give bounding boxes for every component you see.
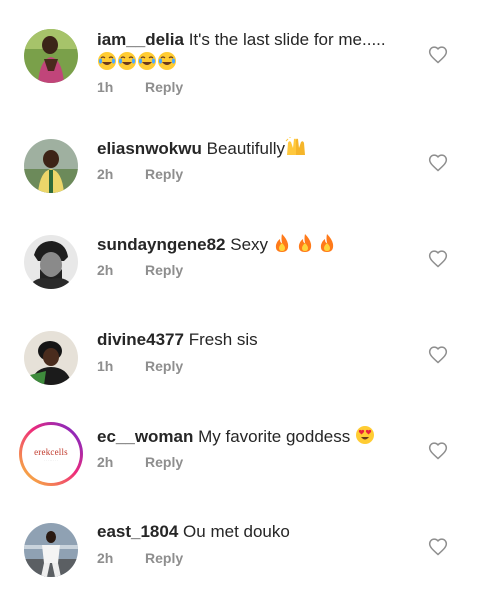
comment-text: divine4377 Fresh sis xyxy=(97,329,417,351)
comment-meta: 1h Reply xyxy=(97,358,183,374)
brand-tagline-decor: · · · · · · · · xyxy=(44,457,58,462)
comment-meta: 2h Reply xyxy=(97,550,183,566)
comment-username[interactable]: east_1804 xyxy=(97,522,178,541)
comment-timestamp: 1h xyxy=(97,79,114,95)
comment-timestamp: 2h xyxy=(97,454,114,470)
comment-body: Ou met douko xyxy=(183,522,290,541)
avatar[interactable] xyxy=(24,331,78,385)
heart-outline-icon[interactable] xyxy=(428,345,448,365)
joy-emoji xyxy=(117,51,137,77)
avatar[interactable]: erekcells · · · · · · · · xyxy=(19,422,83,486)
brand-logo: erekcells · · · · · · · · xyxy=(25,428,77,480)
joy-emoji xyxy=(137,51,157,77)
fire-emoji xyxy=(273,233,291,259)
comment-body: It's the last slide for me..... xyxy=(188,30,386,49)
comment-body: Fresh sis xyxy=(188,330,258,349)
reply-button[interactable]: Reply xyxy=(145,262,183,278)
reply-button[interactable]: Reply xyxy=(145,454,183,470)
comment-username[interactable]: ec__woman xyxy=(97,427,193,446)
joy-emoji xyxy=(97,51,117,77)
avatar[interactable] xyxy=(24,139,78,193)
comment-username[interactable]: divine4377 xyxy=(97,330,184,349)
reply-button[interactable]: Reply xyxy=(145,358,183,374)
comment-body: My favorite goddess xyxy=(198,427,351,446)
comment-meta: 2h Reply xyxy=(97,454,183,470)
comment-body: Sexy xyxy=(230,235,269,254)
heart-outline-icon[interactable] xyxy=(428,153,448,173)
comment-text: east_1804 Ou met douko xyxy=(97,521,417,543)
avatar[interactable] xyxy=(24,29,78,83)
heart-outline-icon[interactable] xyxy=(428,249,448,269)
joy-emoji xyxy=(157,51,177,77)
comment-username[interactable]: sundayngene82 xyxy=(97,235,226,254)
brand-name: erekcells xyxy=(34,446,68,457)
comment-list: iam__delia It's the last slide for me...… xyxy=(0,0,480,597)
comment-text: sundayngene82 Sexy xyxy=(97,233,417,259)
heart-eyes-emoji xyxy=(355,425,375,451)
reply-button[interactable]: Reply xyxy=(145,550,183,566)
heart-outline-icon[interactable] xyxy=(428,45,448,65)
reply-button[interactable]: Reply xyxy=(145,79,183,95)
comment-meta: 1h Reply xyxy=(97,79,183,95)
comment-text: eliasnwokwu Beautifully xyxy=(97,137,417,163)
comment-username[interactable]: eliasnwokwu xyxy=(97,139,202,158)
avatar[interactable] xyxy=(24,523,78,577)
comment-timestamp: 2h xyxy=(97,262,114,278)
fire-emoji xyxy=(318,233,336,259)
heart-outline-icon[interactable] xyxy=(428,537,448,557)
story-ring: erekcells · · · · · · · · xyxy=(22,425,80,483)
comment-username[interactable]: iam__delia xyxy=(97,30,184,49)
comment-meta: 2h Reply xyxy=(97,166,183,182)
comment-timestamp: 2h xyxy=(97,550,114,566)
comment-timestamp: 1h xyxy=(97,358,114,374)
avatar[interactable] xyxy=(24,235,78,289)
comment-text: iam__delia It's the last slide for me...… xyxy=(97,29,417,77)
reply-button[interactable]: Reply xyxy=(145,166,183,182)
raising-hands-emoji xyxy=(285,137,307,163)
comment-meta: 2h Reply xyxy=(97,262,183,278)
heart-outline-icon[interactable] xyxy=(428,441,448,461)
fire-emoji xyxy=(296,233,314,259)
comment-body: Beautifully xyxy=(206,139,286,158)
comment-timestamp: 2h xyxy=(97,166,114,182)
comment-text: ec__woman My favorite goddess xyxy=(97,425,417,451)
